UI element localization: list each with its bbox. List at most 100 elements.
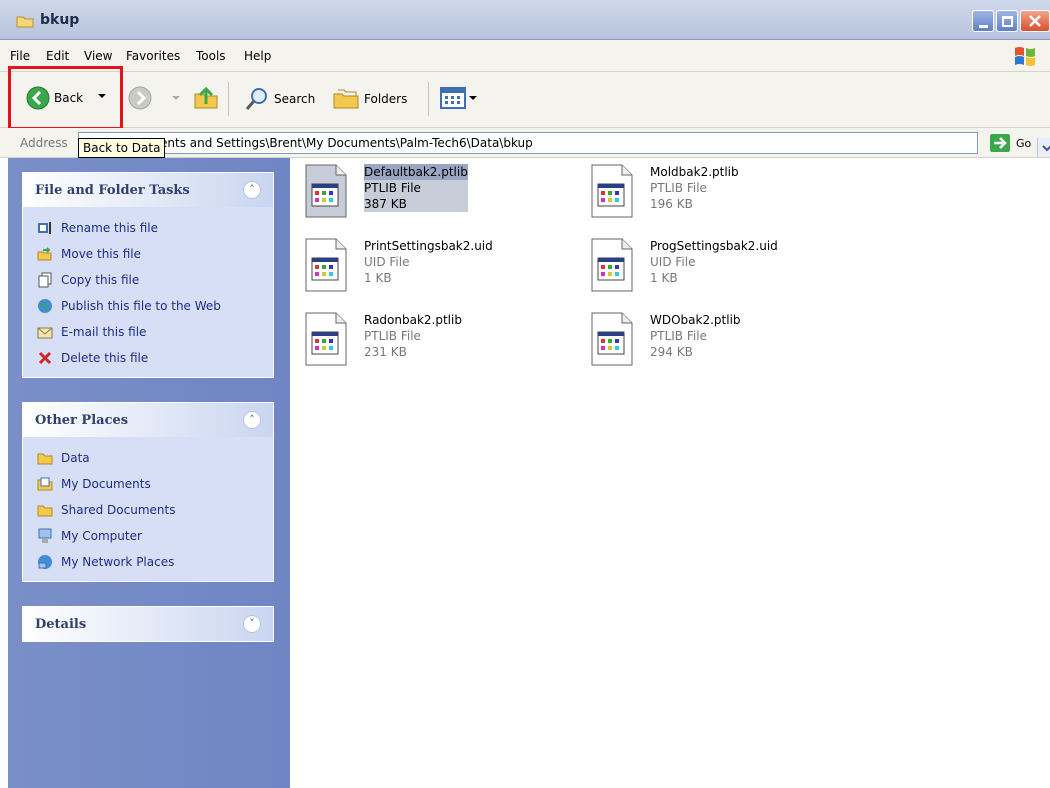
menu-bar: File Edit View Favorites Tools Help xyxy=(0,40,1050,72)
close-button[interactable] xyxy=(1020,10,1050,32)
panel-title: Details xyxy=(35,617,87,632)
title-bar: bkup xyxy=(0,0,1050,40)
up-folder-button[interactable] xyxy=(192,84,220,112)
place-my-network-places[interactable]: My Network Places xyxy=(37,549,273,575)
toolbar: Back Search Folders xyxy=(0,72,1050,128)
maximize-button[interactable] xyxy=(996,10,1018,32)
file-item[interactable]: WDObak2.ptlib PTLIB File 294 KB xyxy=(588,312,741,366)
go-button[interactable]: Go xyxy=(990,134,1031,152)
collapse-chevron-icon[interactable]: ˄ xyxy=(243,181,261,199)
file-item[interactable]: Defaultbak2.ptlib PTLIB File 387 KB xyxy=(302,164,468,218)
network-icon xyxy=(38,555,52,569)
task-delete-file[interactable]: Delete this file xyxy=(37,345,273,371)
up-folder-icon xyxy=(194,86,218,109)
chevron-down-icon xyxy=(1041,144,1050,151)
computer-icon xyxy=(38,528,52,543)
file-folder-tasks-panel: File and Folder Tasks ˄ Rename this file… xyxy=(22,172,274,378)
task-label: Copy this file xyxy=(61,273,140,287)
file-item[interactable]: PrintSettingsbak2.uid UID File 1 KB xyxy=(302,238,493,292)
file-item[interactable]: Radonbak2.ptlib PTLIB File 231 KB xyxy=(302,312,462,366)
folder-icon xyxy=(16,16,34,28)
task-label: Delete this file xyxy=(61,351,149,365)
file-type: UID File xyxy=(650,255,696,269)
task-email-file[interactable]: E-mail this file xyxy=(37,319,273,345)
search-button[interactable]: Search xyxy=(244,86,315,112)
folders-icon xyxy=(333,89,359,109)
place-label: My Documents xyxy=(61,477,151,491)
file-item[interactable]: Moldbak2.ptlib PTLIB File 196 KB xyxy=(588,164,739,218)
minimize-button[interactable] xyxy=(972,10,994,32)
file-icon xyxy=(302,312,350,366)
forward-history-dropdown[interactable] xyxy=(172,94,180,102)
folders-button[interactable]: Folders xyxy=(332,86,407,112)
task-label: Rename this file xyxy=(61,221,159,235)
views-icon xyxy=(440,87,466,109)
windows-logo-icon xyxy=(1015,47,1035,66)
task-move-file[interactable]: Move this file xyxy=(37,241,273,267)
search-label: Search xyxy=(274,92,316,106)
place-label: My Computer xyxy=(61,529,142,543)
file-item[interactable]: ProgSettingsbak2.uid UID File 1 KB xyxy=(588,238,778,292)
file-type: PTLIB File xyxy=(364,329,421,343)
close-icon xyxy=(1029,15,1041,27)
address-label: Address xyxy=(20,136,68,150)
menu-tools[interactable]: Tools xyxy=(196,49,226,63)
go-label: Go xyxy=(1016,136,1032,150)
file-icon xyxy=(588,312,636,366)
file-type: PTLIB File xyxy=(650,329,707,343)
file-name: Moldbak2.ptlib xyxy=(650,165,739,179)
place-my-computer[interactable]: My Computer xyxy=(37,523,273,549)
back-tooltip: Back to Data xyxy=(78,138,166,158)
expand-chevron-icon[interactable]: ˅ xyxy=(243,615,261,633)
rename-icon xyxy=(38,222,51,234)
file-icon xyxy=(588,238,636,292)
task-copy-file[interactable]: Copy this file xyxy=(37,267,273,293)
address-dropdown-button[interactable] xyxy=(1037,138,1050,157)
search-icon xyxy=(245,88,267,110)
copy-icon xyxy=(38,272,52,288)
file-name: Radonbak2.ptlib xyxy=(364,313,462,327)
panel-header[interactable]: Other Places ˄ xyxy=(23,403,273,437)
forward-button[interactable] xyxy=(128,86,152,110)
folder-icon xyxy=(37,505,53,517)
place-data[interactable]: Data xyxy=(37,445,273,471)
details-panel: Details ˅ xyxy=(22,606,274,642)
task-rename-file[interactable]: Rename this file xyxy=(37,215,273,241)
file-icon xyxy=(588,164,636,218)
window-title: bkup xyxy=(40,12,80,28)
task-publish-web[interactable]: Publish this file to the Web xyxy=(37,293,273,319)
forward-arrow-icon xyxy=(128,86,152,110)
file-size: 294 KB xyxy=(650,345,693,359)
file-size: 1 KB xyxy=(364,271,392,285)
documents-folder-icon xyxy=(37,477,53,491)
views-button[interactable] xyxy=(440,86,477,110)
panel-title: Other Places xyxy=(35,413,129,428)
collapse-chevron-icon[interactable]: ˄ xyxy=(243,411,261,429)
place-my-documents[interactable]: My Documents xyxy=(37,471,273,497)
panel-header[interactable]: File and Folder Tasks ˄ xyxy=(23,173,273,207)
menu-view[interactable]: View xyxy=(84,49,112,63)
other-places-panel: Other Places ˄ Data My Documents Shared … xyxy=(22,402,274,582)
menu-edit[interactable]: Edit xyxy=(46,49,69,63)
menu-file[interactable]: File xyxy=(10,49,30,63)
file-name: PrintSettingsbak2.uid xyxy=(364,239,493,253)
place-label: My Network Places xyxy=(61,555,175,569)
file-name: Defaultbak2.ptlib xyxy=(364,164,468,180)
globe-icon xyxy=(38,299,52,313)
file-size: 231 KB xyxy=(364,345,407,359)
place-shared-documents[interactable]: Shared Documents xyxy=(37,497,273,523)
menu-favorites[interactable]: Favorites xyxy=(126,49,180,63)
toolbar-separator xyxy=(428,82,429,116)
task-label: Publish this file to the Web xyxy=(61,299,221,313)
task-label: Move this file xyxy=(61,247,141,261)
chevron-down-icon xyxy=(172,96,180,100)
place-label: Shared Documents xyxy=(61,503,176,517)
address-value: ents and Settings\Brent\My Documents\Pal… xyxy=(160,136,533,150)
file-size: 196 KB xyxy=(650,197,693,211)
file-size: 1 KB xyxy=(650,271,678,285)
chevron-down-icon xyxy=(469,96,477,100)
email-icon xyxy=(37,327,53,339)
go-arrow-icon xyxy=(990,134,1010,152)
panel-header[interactable]: Details ˅ xyxy=(23,607,273,641)
menu-help[interactable]: Help xyxy=(244,49,271,63)
